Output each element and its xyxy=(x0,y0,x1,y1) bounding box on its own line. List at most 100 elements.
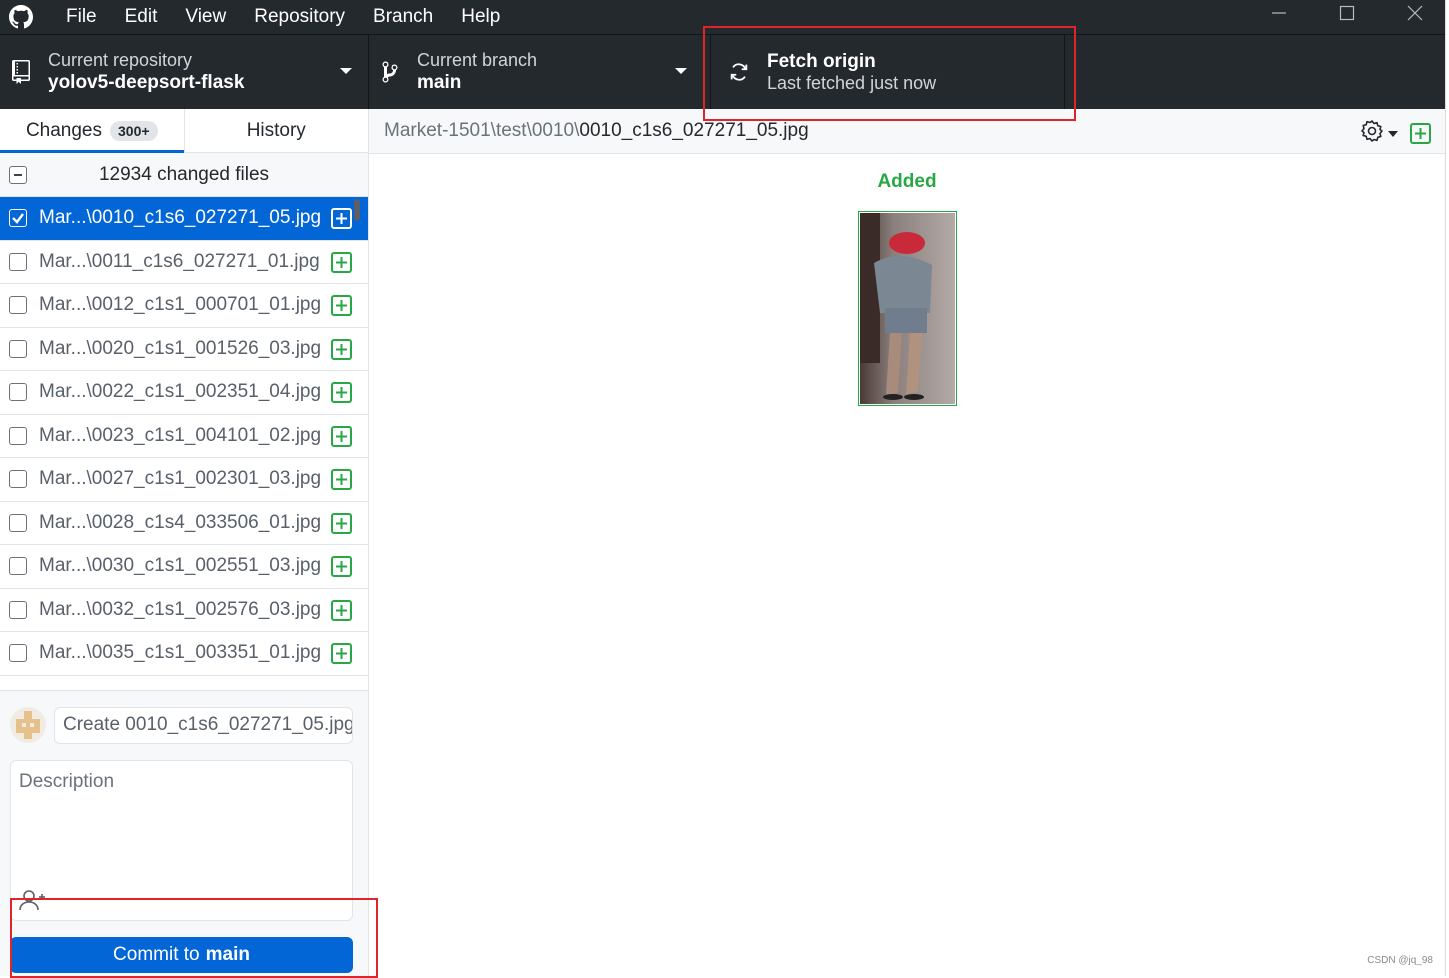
file-row[interactable]: Mar...\0030_c1s1_002551_03.jpg xyxy=(0,545,368,589)
select-all-checkbox[interactable] xyxy=(9,166,27,184)
commit-description-input[interactable]: Description xyxy=(10,760,353,921)
file-checkbox[interactable] xyxy=(9,209,27,227)
file-name: Mar...\0028_c1s4_033506_01.jpg xyxy=(39,512,319,534)
window-scrollbar[interactable] xyxy=(1445,0,1449,976)
menu-file[interactable]: File xyxy=(52,4,111,30)
chevron-down-icon[interactable] xyxy=(1388,131,1398,137)
current-branch-name: main xyxy=(417,71,537,94)
file-added-icon xyxy=(331,513,352,534)
file-added-icon xyxy=(331,252,352,273)
fetch-origin-button[interactable]: Fetch origin Last fetched just now xyxy=(710,35,1065,109)
watermark: CSDN @jq_98 xyxy=(1367,955,1433,966)
current-repository-button[interactable]: Current repository yolov5-deepsort-flask xyxy=(0,35,369,109)
file-checkbox[interactable] xyxy=(9,253,27,271)
file-added-icon xyxy=(1410,123,1431,144)
last-fetched-text: Last fetched just now xyxy=(767,73,936,94)
file-added-icon xyxy=(331,382,352,403)
file-path: Market-1501\test\0010\0010_c1s6_027271_0… xyxy=(384,120,809,142)
commit-summary-input[interactable]: Create 0010_c1s6_027271_05.jpg xyxy=(54,707,353,744)
github-logo-icon xyxy=(8,4,34,30)
file-checkbox[interactable] xyxy=(9,383,27,401)
menu-bar: File Edit View Repository Branch Help xyxy=(52,4,514,30)
file-name: Mar...\0035_c1s1_003351_01.jpg xyxy=(39,642,319,664)
changes-header: 12934 changed files xyxy=(0,153,368,197)
gear-icon[interactable] xyxy=(1360,119,1384,148)
file-name: Mar...\0023_c1s1_004101_02.jpg xyxy=(39,425,319,447)
file-name: Mar...\0020_c1s1_001526_03.jpg xyxy=(39,338,319,360)
window-controls xyxy=(1245,0,1449,34)
avatar xyxy=(10,707,46,743)
close-button[interactable] xyxy=(1381,0,1449,26)
file-checkbox[interactable] xyxy=(9,644,27,662)
file-row[interactable]: Mar...\0011_c1s6_027271_01.jpg xyxy=(0,241,368,285)
file-checkbox[interactable] xyxy=(9,601,27,619)
file-row[interactable]: Mar...\0027_c1s1_002301_03.jpg xyxy=(0,458,368,502)
chevron-down-icon xyxy=(675,68,687,74)
file-path-filename: 0010_c1s6_027271_05.jpg xyxy=(579,120,808,141)
file-path-directory: Market-1501\test\0010\ xyxy=(384,120,579,141)
minimize-icon xyxy=(1271,5,1287,21)
tab-history[interactable]: History xyxy=(184,109,369,152)
file-list-scrollbar[interactable] xyxy=(354,199,360,221)
menu-branch[interactable]: Branch xyxy=(359,4,447,30)
current-branch-button[interactable]: Current branch main xyxy=(369,35,704,109)
changed-files-list: Mar...\0010_c1s6_027271_05.jpg Mar...\001… xyxy=(0,197,368,687)
file-checkbox[interactable] xyxy=(9,427,27,445)
commit-panel: Create 0010_c1s6_027271_05.jpg Descripti… xyxy=(0,690,368,976)
file-name: Mar...\0027_c1s1_002301_03.jpg xyxy=(39,468,319,490)
toolbar: Current repository yolov5-deepsort-flask… xyxy=(0,34,1449,109)
file-added-icon xyxy=(331,687,352,688)
file-row[interactable] xyxy=(0,676,368,688)
added-image-preview xyxy=(858,211,957,406)
file-name: Mar...\0011_c1s6_027271_01.jpg xyxy=(39,251,319,273)
file-checkbox[interactable] xyxy=(9,557,27,575)
commit-button[interactable]: Commit to main xyxy=(10,937,353,973)
file-added-icon xyxy=(331,643,352,664)
file-row[interactable]: Mar...\0032_c1s1_002576_03.jpg xyxy=(0,589,368,633)
current-repository-name: yolov5-deepsort-flask xyxy=(48,71,244,94)
file-added-icon xyxy=(331,556,352,577)
file-row[interactable]: Mar...\0028_c1s4_033506_01.jpg xyxy=(0,502,368,546)
menu-repository[interactable]: Repository xyxy=(240,4,359,30)
file-added-icon xyxy=(331,600,352,621)
file-checkbox[interactable] xyxy=(9,296,27,314)
changes-sidebar: Changes 300+ History 12934 changed files… xyxy=(0,109,369,976)
file-name: Mar...\0032_c1s1_002576_03.jpg xyxy=(39,599,319,621)
file-row[interactable]: Mar...\0012_c1s1_000701_01.jpg xyxy=(0,284,368,328)
file-checkbox[interactable] xyxy=(9,514,27,532)
checkmark-icon xyxy=(11,211,25,225)
file-added-icon xyxy=(331,208,352,229)
person-image xyxy=(860,213,955,404)
repo-icon xyxy=(10,60,32,84)
menu-view[interactable]: View xyxy=(171,4,240,30)
file-name: Mar...\0012_c1s1_000701_01.jpg xyxy=(39,294,319,316)
file-added-icon xyxy=(331,469,352,490)
changed-files-count: 12934 changed files xyxy=(0,164,368,186)
commit-button-branch: main xyxy=(206,944,250,966)
minus-icon xyxy=(12,169,24,181)
file-added-icon xyxy=(331,426,352,447)
file-name: Mar...\0030_c1s1_002551_03.jpg xyxy=(39,555,319,577)
sidebar-tabs: Changes 300+ History xyxy=(0,109,368,153)
file-path-bar: Market-1501\test\0010\0010_c1s6_027271_0… xyxy=(369,109,1445,154)
chevron-down-icon xyxy=(340,68,352,74)
file-row[interactable]: Mar...\0023_c1s1_004101_02.jpg xyxy=(0,415,368,459)
minimize-button[interactable] xyxy=(1245,0,1313,26)
file-row[interactable]: Mar...\0020_c1s1_001526_03.jpg xyxy=(0,328,368,372)
menu-help[interactable]: Help xyxy=(447,4,514,30)
file-checkbox[interactable] xyxy=(9,340,27,358)
menu-edit[interactable]: Edit xyxy=(111,4,172,30)
maximize-button[interactable] xyxy=(1313,0,1381,26)
tab-changes[interactable]: Changes 300+ xyxy=(0,109,184,152)
image-status-label: Added xyxy=(369,171,1445,193)
file-row[interactable]: Mar...\0010_c1s6_027271_05.jpg xyxy=(0,197,368,241)
file-row[interactable]: Mar...\0022_c1s1_002351_04.jpg xyxy=(0,371,368,415)
maximize-icon xyxy=(1339,5,1355,21)
file-name: Mar...\0010_c1s6_027271_05.jpg xyxy=(39,207,319,229)
file-row[interactable]: Mar...\0035_c1s1_003351_01.jpg xyxy=(0,632,368,676)
branch-icon xyxy=(379,60,401,84)
add-coauthor-icon[interactable] xyxy=(18,889,48,916)
file-added-icon xyxy=(331,295,352,316)
file-checkbox[interactable] xyxy=(9,470,27,488)
commit-button-prefix: Commit to xyxy=(113,944,200,966)
